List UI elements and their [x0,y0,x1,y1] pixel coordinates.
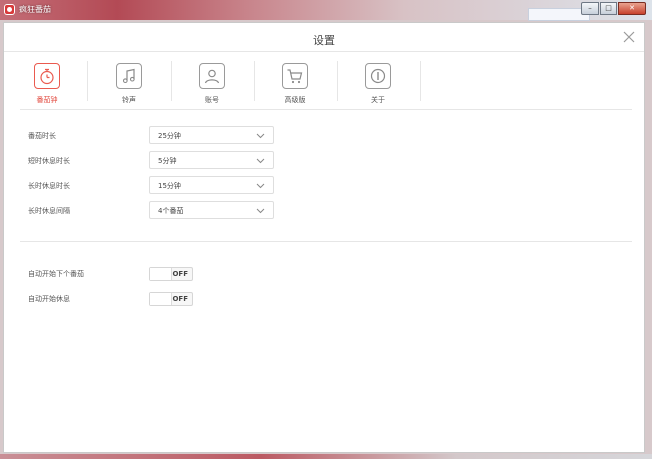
music-note-icon [116,63,142,89]
tab-premium[interactable]: 高级版 [265,60,325,108]
toggle-state: OFF [172,270,188,278]
window-controls: – □ ✕ [580,2,646,15]
window-titlebar: 疯狂番茄 – □ ✕ [0,0,652,21]
long-break-interval-select[interactable]: 4个番茄 [149,201,274,219]
tab-divider [171,61,172,101]
toggle-knob [150,268,172,280]
info-icon [365,63,391,89]
tab-divider [87,61,88,101]
tab-label: 账号 [205,96,219,104]
toggle-state: OFF [172,295,188,303]
setting-label: 自动开始休息 [28,295,70,303]
user-icon [199,63,225,89]
setting-label: 番茄时长 [28,132,56,140]
minimize-button[interactable]: – [581,2,599,15]
tab-label: 铃声 [122,96,136,104]
dialog-close-button[interactable] [622,30,636,44]
setting-label: 短时休息时长 [28,157,70,165]
setting-label: 长时休息间隔 [28,207,70,215]
tab-divider [337,61,338,101]
section-divider [20,241,632,242]
tabs-divider [20,109,632,110]
tab-divider [420,61,421,101]
dialog-title: 设置 [313,34,335,47]
select-value: 5分钟 [158,157,177,165]
cart-icon [282,63,308,89]
tab-ringtone[interactable]: 铃声 [99,60,159,108]
stopwatch-icon [34,63,60,89]
maximize-button[interactable]: □ [600,2,617,15]
chevron-down-icon [256,158,265,164]
window-title: 疯狂番茄 [19,5,51,14]
window-close-button[interactable]: ✕ [618,2,646,15]
chevron-down-icon [256,133,265,139]
setting-label: 长时休息时长 [28,182,70,190]
setting-label: 自动开始下个番茄 [28,270,84,278]
select-value: 4个番茄 [158,207,184,215]
tab-label: 高级版 [284,96,306,104]
tab-label: 关于 [371,96,385,104]
pomodoro-length-select[interactable]: 25分钟 [149,126,274,144]
tab-about[interactable]: 关于 [348,60,408,108]
short-break-select[interactable]: 5分钟 [149,151,274,169]
toggle-knob [150,293,172,305]
chevron-down-icon [256,208,265,214]
tab-account[interactable]: 账号 [182,60,242,108]
settings-dialog: 设置 番茄钟 铃声 账号 高级版 关于 番茄时长 25分钟 短时休息时长 5分钟… [3,22,645,453]
select-value: 25分钟 [158,132,181,140]
tab-divider [254,61,255,101]
select-value: 15分钟 [158,182,181,190]
taskbar-strip [0,454,652,459]
app-logo-icon [4,4,15,15]
auto-start-break-toggle[interactable]: OFF [149,292,193,306]
close-icon [623,31,635,43]
auto-start-pomodoro-toggle[interactable]: OFF [149,267,193,281]
tab-label: 番茄钟 [36,96,58,104]
long-break-select[interactable]: 15分钟 [149,176,274,194]
header-divider [4,51,644,52]
tab-pomodoro[interactable]: 番茄钟 [17,60,77,108]
chevron-down-icon [256,183,265,189]
